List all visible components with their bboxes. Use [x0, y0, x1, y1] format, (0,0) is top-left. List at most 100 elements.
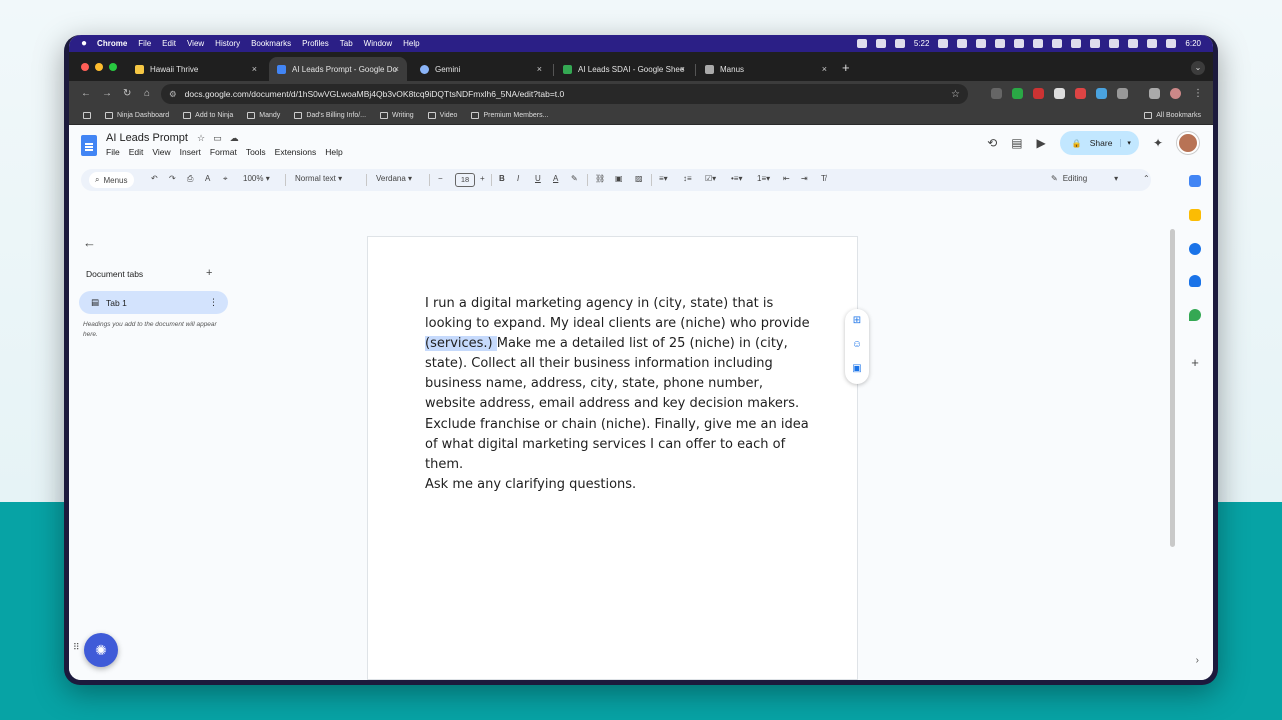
address-bar[interactable]: ⚙ docs.google.com/document/d/1hS0wVGLwoa… — [161, 84, 968, 104]
browser-tab[interactable]: Gemini × — [412, 57, 550, 81]
body-text[interactable]: I run a digital marketing agency in (cit… — [425, 296, 810, 331]
status-icon[interactable] — [1071, 39, 1082, 48]
decrease-indent-icon[interactable]: ⇤ — [783, 174, 790, 183]
menubar-item-window[interactable]: Window — [364, 39, 392, 48]
body-text[interactable]: Make me a detailed list of 25 (niche) in… — [425, 336, 809, 472]
extensions-puzzle-icon[interactable] — [1117, 88, 1128, 99]
increase-indent-icon[interactable]: ⇥ — [801, 174, 808, 183]
menubar-item-help[interactable]: Help — [403, 39, 419, 48]
tab-close-icon[interactable]: × — [822, 64, 827, 74]
style-select[interactable]: Normal text ▾ — [295, 174, 342, 183]
profile-icon[interactable] — [1170, 88, 1181, 99]
bookmark-folder[interactable]: Dad's Billing Info/... — [294, 112, 366, 119]
wifi-icon[interactable] — [1128, 39, 1139, 48]
menu-help[interactable]: Help — [325, 147, 342, 157]
minimize-window-button[interactable] — [95, 63, 103, 71]
zoom-window-button[interactable] — [109, 63, 117, 71]
undo-icon[interactable]: ↶ — [151, 174, 158, 183]
assistant-fab-button[interactable]: ✺ — [84, 633, 118, 667]
tab-options-icon[interactable]: ⋮ — [209, 297, 218, 308]
align-icon[interactable]: ≡▾ — [659, 174, 668, 183]
contacts-icon[interactable] — [1189, 275, 1201, 287]
timer-text[interactable]: 5:22 — [914, 39, 930, 48]
tab-close-icon[interactable]: × — [537, 64, 542, 74]
italic-icon[interactable]: I — [517, 174, 519, 183]
url-text[interactable]: docs.google.com/document/d/1hS0wVGLwoaMB… — [185, 89, 565, 99]
avatar[interactable] — [1177, 132, 1199, 154]
share-dropdown-icon[interactable]: ▾ — [1120, 139, 1131, 147]
extension-icon[interactable] — [1033, 88, 1044, 99]
editing-mode-select[interactable]: ✎ Editing ▾ — [1051, 174, 1118, 183]
menubar-item-view[interactable]: View — [187, 39, 204, 48]
search-menus-button[interactable]: ⌕ Menus — [89, 172, 134, 188]
gemini-sparkle-icon[interactable]: ✦ — [1153, 136, 1163, 150]
status-icon[interactable] — [995, 39, 1006, 48]
emoji-reaction-icon[interactable]: ☺ — [845, 333, 869, 357]
bookmark-item[interactable]: Ninja Dashboard — [105, 112, 169, 119]
extension-icon[interactable] — [1054, 88, 1065, 99]
comments-icon[interactable]: ▤ — [1011, 136, 1022, 150]
close-outline-arrow-icon[interactable]: ← — [83, 235, 96, 250]
bulleted-list-icon[interactable]: •≡▾ — [731, 174, 742, 183]
checklist-icon[interactable]: ☑▾ — [705, 174, 716, 183]
highlight-icon[interactable]: ✎ — [571, 174, 578, 183]
paint-format-icon[interactable]: ⌖ — [223, 174, 228, 184]
bookmark-star-icon[interactable]: ☆ — [951, 89, 960, 100]
add-comment-icon[interactable]: ▣ — [615, 174, 623, 183]
apps-grid-icon[interactable] — [83, 112, 91, 119]
spellcheck-icon[interactable]: A — [205, 174, 210, 183]
menu-view[interactable]: View — [152, 147, 170, 157]
body-text-last-line[interactable]: Ask me any clarifying questions. — [425, 477, 636, 492]
meet-icon[interactable]: ▶ — [1037, 136, 1046, 150]
bold-icon[interactable]: B — [499, 174, 505, 183]
menubar-item-file[interactable]: File — [138, 39, 151, 48]
download-icon[interactable] — [1149, 88, 1160, 99]
browser-tab[interactable]: Manus × — [697, 57, 835, 81]
increase-font-size-icon[interactable]: + — [480, 174, 485, 183]
menubar-item-chrome[interactable]: Chrome — [97, 39, 127, 48]
add-comment-icon[interactable]: ⊞ — [845, 309, 869, 333]
clock-text[interactable]: 6:20 — [1185, 39, 1201, 48]
keep-icon[interactable] — [1189, 209, 1201, 221]
site-info-icon[interactable]: ⚙ — [169, 89, 177, 100]
status-icon[interactable] — [1090, 39, 1101, 48]
add-addon-icon[interactable]: + — [1189, 356, 1201, 369]
extension-icon[interactable] — [1075, 88, 1086, 99]
close-window-button[interactable] — [81, 63, 89, 71]
menubar-item-edit[interactable]: Edit — [162, 39, 176, 48]
home-icon[interactable]: ⌂ — [144, 88, 150, 99]
control-center-icon[interactable] — [1166, 39, 1177, 48]
font-select[interactable]: Verdana ▾ — [376, 174, 412, 183]
browser-tab[interactable]: Hawaii Thrive × — [127, 57, 265, 81]
share-button[interactable]: 🔒 Share ▾ — [1059, 131, 1139, 155]
insert-image-icon[interactable]: ▨ — [635, 174, 643, 183]
hide-menus-icon[interactable]: ⌃ — [1143, 174, 1150, 183]
tab-close-icon[interactable]: × — [394, 64, 399, 74]
menubar-item-history[interactable]: History — [215, 39, 240, 48]
scrollbar-thumb[interactable] — [1170, 229, 1175, 547]
extension-icon[interactable] — [991, 88, 1002, 99]
menu-extensions[interactable]: Extensions — [275, 147, 317, 157]
all-bookmarks-button[interactable]: All Bookmarks — [1144, 112, 1201, 119]
browser-tab[interactable]: AI Leads SDAI - Google Shee × — [555, 57, 693, 81]
status-icon[interactable] — [976, 39, 987, 48]
zoom-select[interactable]: 100% ▾ — [243, 174, 270, 183]
browser-tab-active[interactable]: AI Leads Prompt - Google Do × — [269, 57, 407, 81]
new-tab-button[interactable]: + — [842, 60, 850, 75]
bookmark-item[interactable]: Add to Ninja — [183, 112, 233, 119]
document-page[interactable]: I run a digital marketing agency in (cit… — [367, 236, 858, 680]
cloud-status-icon[interactable]: ☁ — [230, 133, 239, 144]
battery-icon[interactable] — [1147, 39, 1158, 48]
document-body[interactable]: I run a digital marketing agency in (cit… — [425, 294, 815, 495]
menubar-item-bookmarks[interactable]: Bookmarks — [251, 39, 291, 48]
bookmark-folder[interactable]: Video — [427, 112, 457, 119]
apple-icon[interactable]: ● — [81, 38, 87, 49]
status-icon[interactable] — [856, 39, 867, 48]
text-color-icon[interactable]: A — [553, 174, 558, 183]
tab-close-icon[interactable]: × — [680, 64, 685, 74]
reload-icon[interactable]: ↻ — [123, 88, 131, 99]
move-folder-icon[interactable]: ▭ — [213, 133, 222, 144]
version-history-icon[interactable]: ⟲ — [987, 136, 997, 150]
star-icon[interactable]: ☆ — [197, 133, 205, 144]
bookmark-item[interactable]: Premium Members... — [471, 112, 548, 119]
